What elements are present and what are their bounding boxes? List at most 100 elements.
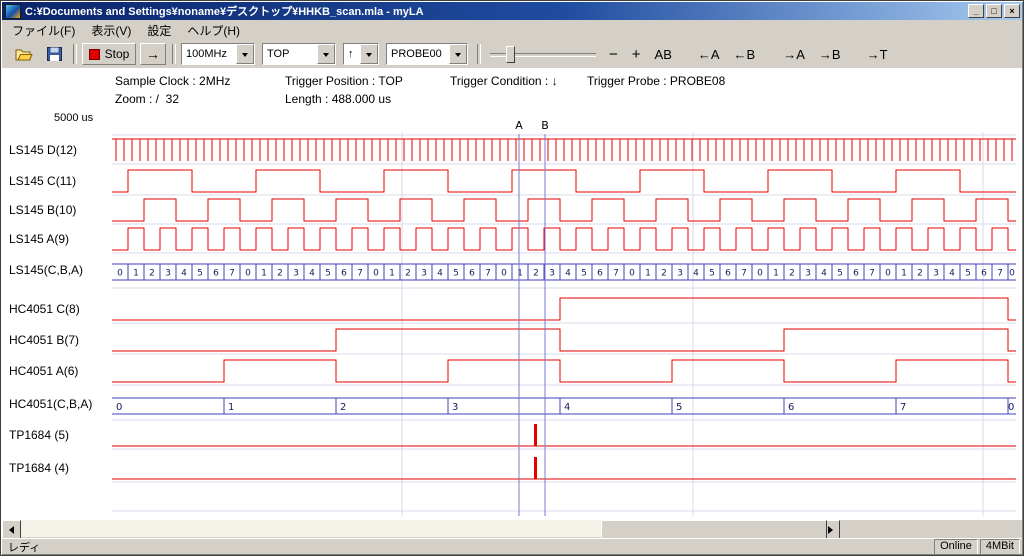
svg-text:7: 7 <box>229 269 235 279</box>
goto-b-right-button[interactable]: →B <box>814 43 846 65</box>
svg-text:2: 2 <box>340 402 346 413</box>
svg-text:5: 5 <box>709 269 715 279</box>
chevron-down-icon[interactable] <box>449 44 467 64</box>
svg-text:1: 1 <box>773 269 779 279</box>
svg-text:7: 7 <box>900 402 906 413</box>
chevron-down-icon[interactable] <box>317 44 335 64</box>
svg-text:1: 1 <box>228 402 234 413</box>
run-button[interactable]: → <box>140 43 166 65</box>
svg-text:5: 5 <box>581 269 587 279</box>
scrollbar-thumb[interactable] <box>601 520 827 539</box>
zoom-in-button[interactable]: + <box>627 43 646 65</box>
folder-open-icon <box>15 48 33 61</box>
stop-button[interactable]: Stop <box>82 43 136 65</box>
status-online-panel: Online <box>934 539 978 555</box>
open-file-button[interactable] <box>10 43 38 65</box>
svg-text:2: 2 <box>277 269 283 279</box>
svg-text:4: 4 <box>949 269 955 279</box>
svg-text:0: 0 <box>116 402 122 413</box>
svg-text:0: 0 <box>885 269 891 279</box>
zoom-out-button[interactable]: − <box>604 43 623 65</box>
close-button[interactable]: × <box>1004 4 1020 18</box>
chevron-down-icon[interactable] <box>236 44 254 64</box>
svg-text:2: 2 <box>661 269 667 279</box>
sample-clock-info: Sample Clock : 2MHz <box>115 74 230 88</box>
save-file-button[interactable] <box>42 43 67 65</box>
svg-text:0: 0 <box>1009 269 1015 279</box>
svg-text:7: 7 <box>997 269 1003 279</box>
svg-text:3: 3 <box>805 269 811 279</box>
scroll-row <box>2 520 1022 537</box>
minimize-button[interactable]: _ <box>968 4 984 18</box>
svg-text:7: 7 <box>357 269 363 279</box>
ab-cursors-button[interactable]: AB <box>650 43 677 65</box>
svg-text:6: 6 <box>853 269 859 279</box>
scrollbar-track[interactable] <box>21 520 821 537</box>
trigger-probe-value: PROBE00 <box>387 48 449 60</box>
svg-text:2: 2 <box>917 269 923 279</box>
svg-text:6: 6 <box>788 402 794 413</box>
goto-a-right-button[interactable]: →A <box>778 43 810 65</box>
app-icon <box>5 4 21 19</box>
svg-text:2: 2 <box>533 269 539 279</box>
trigger-probe-info: Trigger Probe : PROBE08 <box>587 74 725 88</box>
svg-text:2: 2 <box>789 269 795 279</box>
svg-text:6: 6 <box>597 269 603 279</box>
titlebar[interactable]: C:¥Documents and Settings¥noname¥デスクトップ¥… <box>2 2 1022 20</box>
trigger-condition-info: Trigger Condition : ↓ <box>450 74 558 88</box>
svg-text:7: 7 <box>869 269 875 279</box>
zoom-info: Zoom : / 32 <box>115 92 179 106</box>
goto-a-left-button[interactable]: ←A <box>693 43 725 65</box>
sample-clock-select[interactable]: 100MHz <box>181 43 255 65</box>
trigger-probe-select[interactable]: PROBE00 <box>386 43 468 65</box>
svg-text:7: 7 <box>741 269 747 279</box>
window-title: C:¥Documents and Settings¥noname¥デスクトップ¥… <box>25 3 966 19</box>
goto-trigger-button[interactable]: →T <box>862 43 893 65</box>
svg-text:6: 6 <box>213 269 219 279</box>
position-slider[interactable] <box>490 44 596 64</box>
svg-text:3: 3 <box>452 402 458 413</box>
toolbar: Stop → 100MHz TOP ↑ PROBE00 − + AB ←A <box>2 40 1022 69</box>
svg-text:0: 0 <box>373 269 379 279</box>
save-icon <box>47 47 62 61</box>
svg-text:7: 7 <box>613 269 619 279</box>
svg-text:6: 6 <box>981 269 987 279</box>
waveform-plot[interactable]: 0123456701234567012345670123456701234567… <box>2 115 1022 520</box>
trigger-edge-value: ↑ <box>344 48 360 60</box>
menu-help[interactable]: ヘルプ(H) <box>179 20 248 41</box>
svg-text:B: B <box>541 119 549 132</box>
menu-file[interactable]: ファイル(F) <box>4 20 83 41</box>
svg-text:1: 1 <box>261 269 267 279</box>
svg-text:0: 0 <box>501 269 507 279</box>
menu-settings[interactable]: 設定 <box>139 20 179 41</box>
trigger-position-select[interactable]: TOP <box>262 43 336 65</box>
waveform-client-area: Sample Clock : 2MHz Trigger Position : T… <box>2 68 1022 520</box>
trigger-edge-select[interactable]: ↑ <box>343 43 379 65</box>
svg-text:3: 3 <box>421 269 427 279</box>
svg-text:6: 6 <box>725 269 731 279</box>
svg-text:5: 5 <box>325 269 331 279</box>
svg-text:4: 4 <box>564 402 570 413</box>
svg-text:1: 1 <box>389 269 395 279</box>
goto-b-left-button[interactable]: ←B <box>729 43 761 65</box>
svg-text:0: 0 <box>629 269 635 279</box>
toolbar-separator <box>172 44 176 64</box>
svg-text:5: 5 <box>453 269 459 279</box>
length-info: Length : 488.000 us <box>285 92 391 106</box>
menu-view[interactable]: 表示(V) <box>83 20 139 41</box>
slider-thumb[interactable] <box>506 46 515 63</box>
stop-icon <box>89 49 100 60</box>
sample-clock-value: 100MHz <box>182 48 236 60</box>
svg-text:0: 0 <box>757 269 763 279</box>
maximize-button[interactable]: □ <box>986 4 1002 18</box>
scroll-left-icon <box>5 526 14 534</box>
scroll-left-button[interactable] <box>2 520 21 539</box>
trigger-position-value: TOP <box>263 48 317 60</box>
svg-text:6: 6 <box>469 269 475 279</box>
svg-text:3: 3 <box>549 269 555 279</box>
stop-label: Stop <box>105 47 130 61</box>
chevron-down-icon[interactable] <box>360 44 378 64</box>
svg-text:3: 3 <box>933 269 939 279</box>
statusbar: レディ Online 4MBit <box>2 538 1022 555</box>
horizontal-scrollbar[interactable] <box>2 520 840 537</box>
